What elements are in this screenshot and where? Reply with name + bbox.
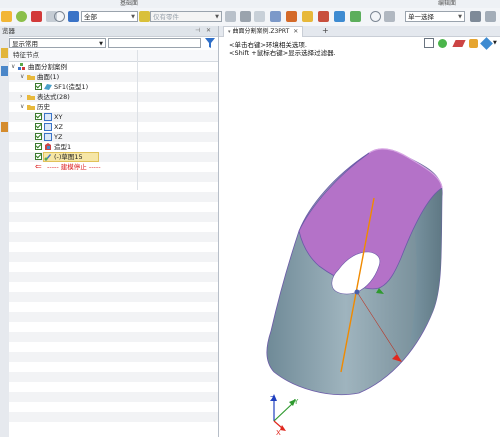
expand-icon[interactable]: › — [20, 94, 26, 100]
graphics-viewport[interactable]: ▾ 曲面分割案例.Z3PRT ✕ + <单击右键>环境相关选项. <Shift … — [219, 26, 500, 437]
panel-header: 览器 ⊣ ✕ — [2, 26, 218, 37]
ribbon-group-basic-surface: 基础面 — [120, 0, 139, 7]
triad-x-label: X — [276, 429, 281, 437]
tree-header-label: 特征节点 — [13, 51, 39, 59]
tree-node-shape1[interactable]: 造型1 — [9, 142, 218, 152]
chevron-down-icon: ▼ — [99, 41, 103, 47]
triad-y-label: Y — [293, 398, 299, 406]
filter-type-select[interactable]: 全部 ▼ — [81, 11, 138, 22]
filter-row: 显示常用 ▼ — [9, 37, 218, 49]
selection-mode-select[interactable]: 单一选择 ▼ — [405, 11, 465, 22]
tree-node-yz[interactable]: YZ — [9, 132, 218, 142]
sketch-icon[interactable] — [350, 11, 361, 22]
tree-node-sketch15[interactable]: (-)草图15 — [9, 152, 218, 162]
tree-label-rollback: ----- 建模停止 ----- — [47, 163, 101, 171]
tree-node-rollback[interactable]: ⇐ ----- 建模停止 ----- — [9, 162, 218, 172]
rollback-arrow-icon: ⇐ — [35, 162, 42, 171]
part-tree-icon — [18, 63, 25, 70]
add-icon[interactable] — [16, 11, 27, 22]
ribbon-group-edit-surface: 编辑面 — [438, 0, 457, 7]
visibility-checkbox[interactable] — [35, 113, 42, 120]
tree-node-xz[interactable]: XZ — [9, 122, 218, 132]
model-view[interactable]: Z Y X — [219, 26, 500, 437]
pointer-icon[interactable] — [470, 11, 481, 22]
visibility-checkbox[interactable] — [35, 143, 42, 150]
new-file-icon[interactable] — [1, 11, 12, 22]
triad-y-axis — [273, 403, 293, 422]
shape-feature-icon — [45, 143, 51, 150]
tree-label-sketch15: (-)草图15 — [54, 153, 83, 161]
filter-type-value: 全部 — [84, 13, 97, 21]
pick-scope-value: 仅有零件 — [153, 13, 179, 21]
collapse-icon[interactable]: ∨ — [20, 74, 26, 80]
visibility-checkbox[interactable] — [35, 153, 42, 160]
datum-plane-icon — [44, 133, 52, 141]
selection-mode-value: 单一选择 — [408, 13, 434, 21]
tree-node-xy[interactable]: XY — [9, 112, 218, 122]
refresh-icon[interactable] — [54, 11, 65, 22]
grid-icon[interactable] — [240, 11, 251, 22]
folder-icon[interactable] — [302, 11, 313, 22]
tree-label-root: 曲面分割案例 — [28, 63, 67, 71]
chevron-down-icon: ▼ — [458, 14, 462, 20]
tree-label-sf1: SF1(造型1) — [54, 83, 89, 91]
sketch-icon — [44, 154, 51, 161]
folder-icon — [27, 75, 35, 80]
align-icon[interactable] — [225, 11, 236, 22]
filter-toolbar-icon[interactable] — [68, 11, 79, 22]
pick-icon[interactable] — [139, 11, 150, 22]
tree-node-history[interactable]: ∨ 历史 — [9, 102, 218, 112]
origin-point — [354, 289, 360, 295]
snap-icon[interactable] — [254, 11, 265, 22]
tree-label-xz: XZ — [54, 123, 63, 131]
collapse-icon[interactable]: ∨ — [20, 104, 26, 110]
visibility-checkbox[interactable] — [35, 123, 42, 130]
surface-icon — [44, 84, 52, 90]
visibility-checkbox[interactable] — [35, 83, 42, 90]
quick-toolbar: 全部 ▼ 仅有零件 ▼ 单一选择 ▼ — [0, 8, 500, 27]
triad-x-arrow-icon — [280, 425, 286, 431]
tree-column-header: 特征节点 — [9, 50, 218, 62]
tree-label-shape1: 造型1 — [54, 143, 72, 151]
chevron-down-icon: ▼ — [131, 14, 135, 20]
manager-tab-icon[interactable] — [1, 48, 8, 58]
display-filter-value: 显示常用 — [12, 40, 38, 48]
tree-label-surfaces: 曲面(1) — [37, 73, 60, 81]
tree-node-surfaces[interactable]: ∨ 曲面(1) — [9, 72, 218, 82]
triad-z-label: Z — [270, 395, 275, 403]
settings-icon[interactable] — [384, 11, 395, 22]
tree-label-xy: XY — [54, 113, 63, 121]
more-icon[interactable] — [485, 11, 496, 22]
history-icon[interactable] — [370, 11, 381, 22]
pin-icon[interactable]: ⊣ — [195, 26, 200, 36]
shape-icon[interactable] — [286, 11, 297, 22]
tree-node-sf1[interactable]: SF1(造型1) — [9, 82, 218, 92]
view-tab-icon[interactable] — [1, 66, 8, 76]
panel-title: 览器 — [2, 27, 15, 35]
folder-icon — [27, 95, 35, 100]
view-icon[interactable] — [270, 11, 281, 22]
assembly-icon[interactable] — [334, 11, 345, 22]
triad-x-axis — [273, 420, 283, 429]
tree-label-expressions: 表达式(28) — [37, 93, 70, 101]
tree-label-history: 历史 — [37, 103, 50, 111]
delete-icon[interactable] — [31, 11, 42, 22]
visibility-checkbox[interactable] — [35, 133, 42, 140]
tree-node-root[interactable]: ∨ 曲面分割案例 — [9, 62, 218, 72]
tree-label-yz: YZ — [54, 133, 63, 141]
pick-scope-select[interactable]: 仅有零件 ▼ — [150, 11, 222, 22]
datum-plane-icon — [44, 123, 52, 131]
close-panel-icon[interactable]: ✕ — [206, 26, 211, 36]
tree-search-input[interactable] — [108, 38, 201, 48]
part-icon[interactable] — [318, 11, 329, 22]
user-tab-icon[interactable] — [1, 122, 8, 132]
display-filter-select[interactable]: 显示常用 ▼ — [9, 38, 106, 48]
folder-icon — [27, 105, 35, 110]
chevron-down-icon: ▼ — [215, 14, 219, 20]
history-manager-panel: 览器 ⊣ ✕ 显示常用 ▼ 特征节点 ∨ 曲面分割案例 ∨ 曲面(1) SF1(… — [2, 26, 219, 437]
tree-node-expressions[interactable]: › 表达式(28) — [9, 92, 218, 102]
funnel-icon[interactable] — [204, 37, 216, 49]
collapse-icon[interactable]: ∨ — [11, 64, 17, 70]
datum-plane-icon — [44, 113, 52, 121]
